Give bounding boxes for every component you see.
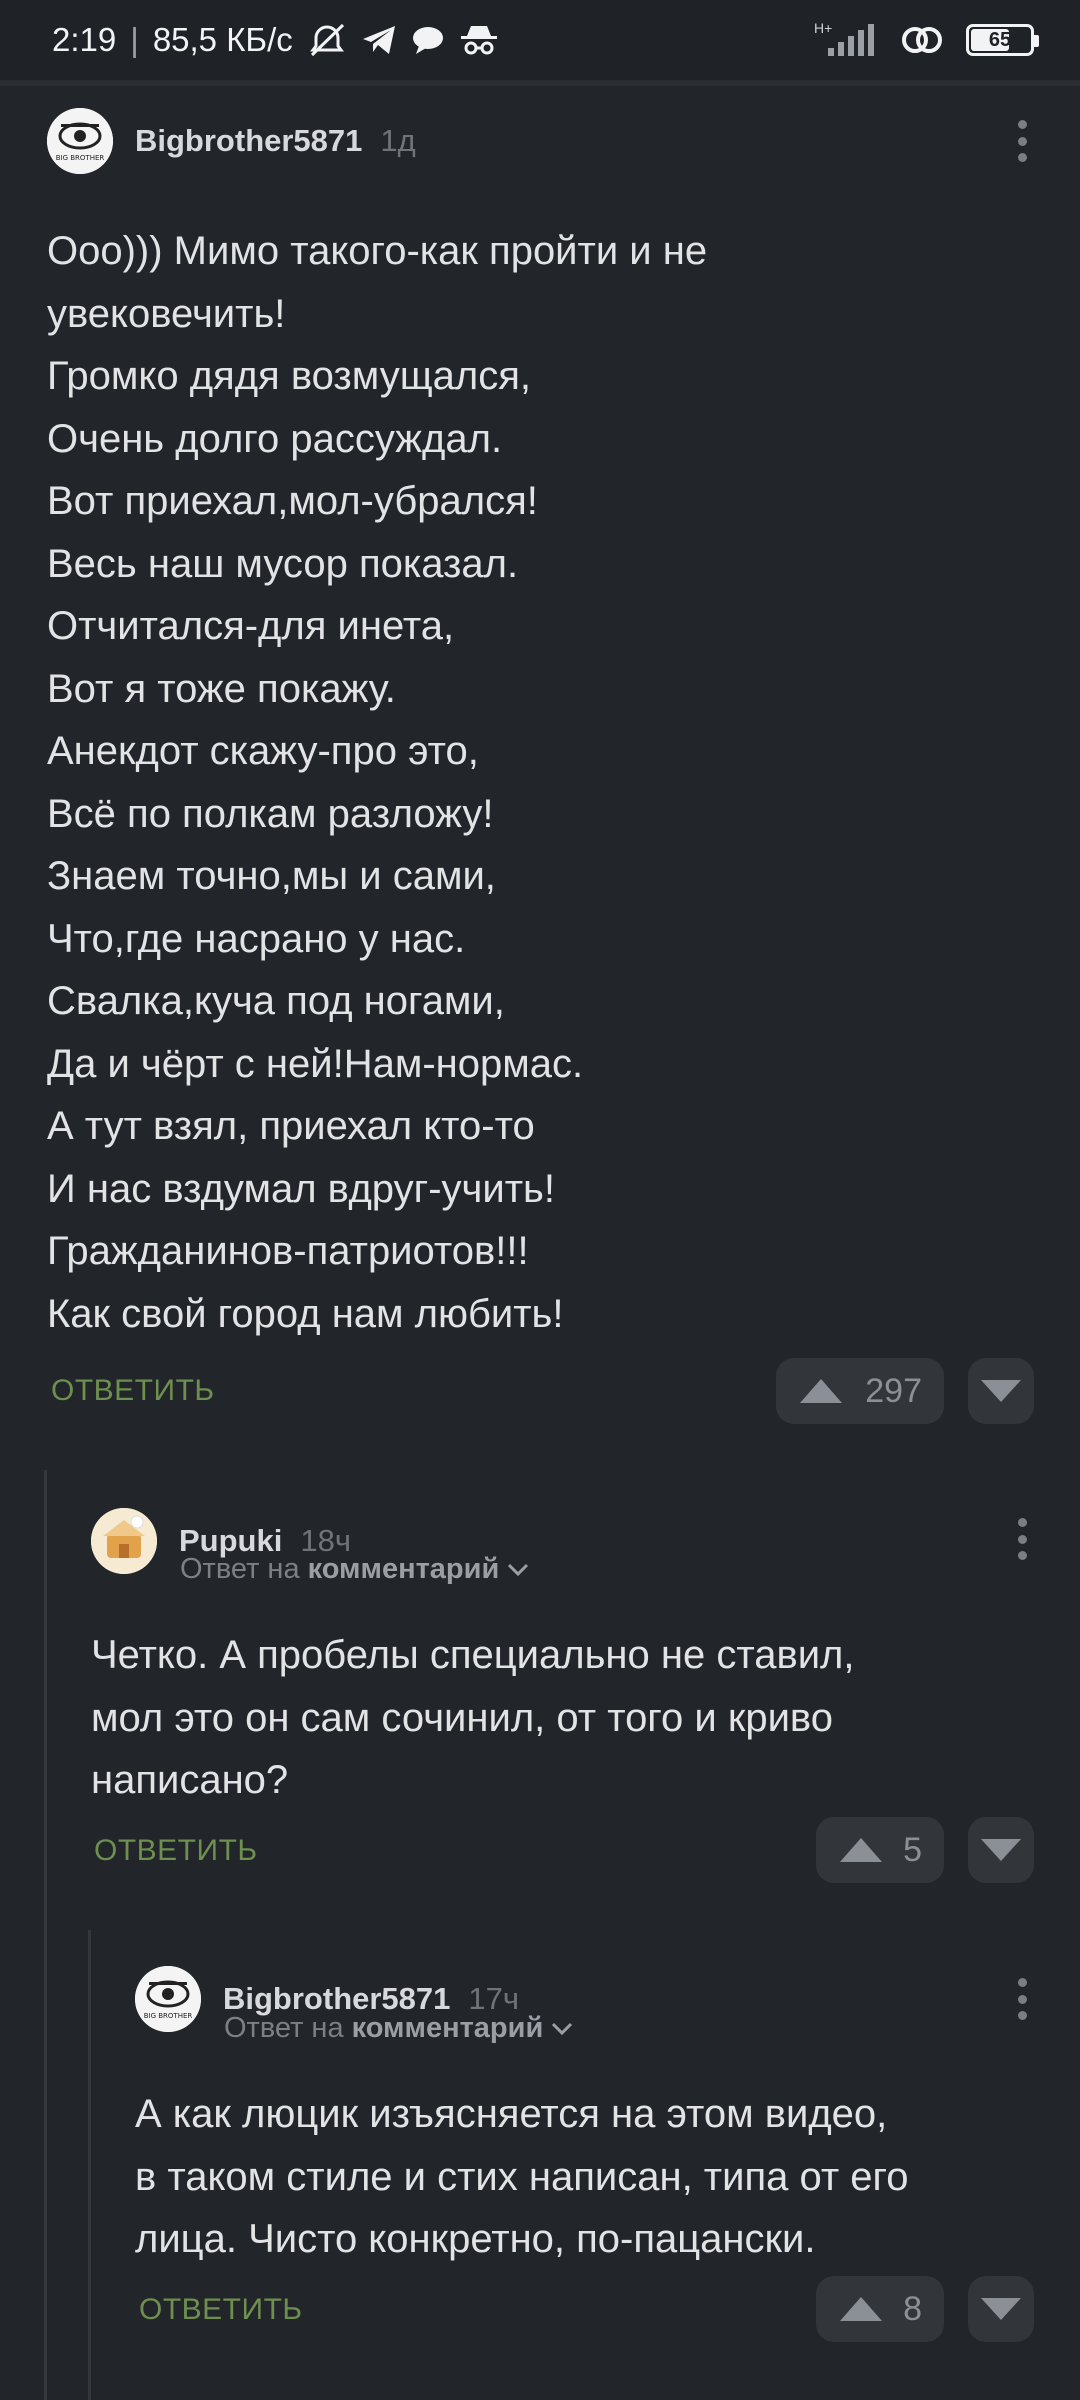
thread-line xyxy=(44,1470,47,2400)
comment-header: BIG BROTHER Bigbrother5871 1д xyxy=(47,108,416,174)
status-net-speed: 85,5 КБ/с xyxy=(152,21,293,58)
avatar[interactable]: BIG BROTHER xyxy=(135,1966,201,2032)
chat-bubble-icon xyxy=(411,24,445,56)
arrow-up-icon xyxy=(800,1379,842,1403)
link-icon xyxy=(900,23,944,57)
arrow-down-icon xyxy=(981,1380,1021,1402)
alarm-off-icon xyxy=(307,22,347,58)
bigbrother-avatar-icon: BIG BROTHER xyxy=(47,108,113,174)
upvote-button[interactable]: 5 xyxy=(816,1817,944,1883)
vote-count: 5 xyxy=(903,1830,922,1869)
battery-level: 65 xyxy=(988,28,1012,51)
reply-button[interactable]: ОТВЕТИТЬ xyxy=(139,2293,303,2327)
arrow-down-icon xyxy=(981,2298,1021,2320)
arrow-down-icon xyxy=(981,1839,1021,1861)
avatar[interactable]: BIG BROTHER xyxy=(47,108,113,174)
thread-line xyxy=(88,1930,91,2400)
status-separator: | xyxy=(130,21,139,58)
vote-count: 297 xyxy=(865,1371,922,1410)
downvote-button[interactable] xyxy=(968,1358,1034,1424)
chevron-down-icon xyxy=(508,1563,529,1576)
reply-button[interactable]: ОТВЕТИТЬ xyxy=(51,1374,215,1408)
telegram-icon xyxy=(361,24,397,56)
avatar[interactable] xyxy=(91,1508,157,1574)
reply-to-prefix: Ответ на xyxy=(224,2012,344,2044)
vote-count: 8 xyxy=(903,2289,922,2328)
reply-to-link[interactable]: Ответ на комментарий xyxy=(224,2012,573,2045)
more-options-icon[interactable] xyxy=(1012,1514,1032,1564)
pupuki-avatar-icon xyxy=(91,1508,157,1574)
reply-button[interactable]: ОТВЕТИТЬ xyxy=(94,1834,258,1868)
comment-text: Четко. А пробелы специально не ставил, м… xyxy=(91,1633,855,1802)
downvote-button[interactable] xyxy=(968,2276,1034,2342)
comment-text: А как люцик изъясняется на этом видео, в… xyxy=(135,2092,909,2261)
reply-to-prefix: Ответ на xyxy=(180,1553,300,1585)
arrow-up-icon xyxy=(840,2297,882,2321)
signal-icon: H+ xyxy=(814,20,878,56)
incognito-icon xyxy=(459,24,499,56)
comment-text: Ооо))) Мимо такого-как пройти и не увеко… xyxy=(47,229,708,1336)
reply-to-link[interactable]: Ответ на комментарий xyxy=(180,1553,529,1586)
network-type-label: H+ xyxy=(814,20,833,36)
reply-to-target: комментарий xyxy=(307,1553,500,1585)
battery-icon: 65 xyxy=(966,24,1039,56)
comment-time: 1д xyxy=(380,123,416,158)
upvote-button[interactable]: 297 xyxy=(776,1358,944,1424)
more-options-icon[interactable] xyxy=(1012,116,1032,166)
divider xyxy=(0,80,1080,86)
reply-to-target: комментарий xyxy=(351,2012,544,2044)
status-bar: 2:19 | 85,5 КБ/с H+ 65 xyxy=(0,0,1080,80)
arrow-up-icon xyxy=(840,1838,882,1862)
chevron-down-icon xyxy=(552,2022,573,2035)
upvote-button[interactable]: 8 xyxy=(816,2276,944,2342)
status-time: 2:19 xyxy=(52,21,117,58)
author-name[interactable]: Bigbrother5871 xyxy=(135,123,362,159)
svg-text:BIG BROTHER: BIG BROTHER xyxy=(144,2012,193,2020)
more-options-icon[interactable] xyxy=(1012,1974,1032,2024)
bigbrother-avatar-icon: BIG BROTHER xyxy=(135,1966,201,2032)
svg-text:BIG BROTHER: BIG BROTHER xyxy=(56,154,105,162)
downvote-button[interactable] xyxy=(968,1817,1034,1883)
